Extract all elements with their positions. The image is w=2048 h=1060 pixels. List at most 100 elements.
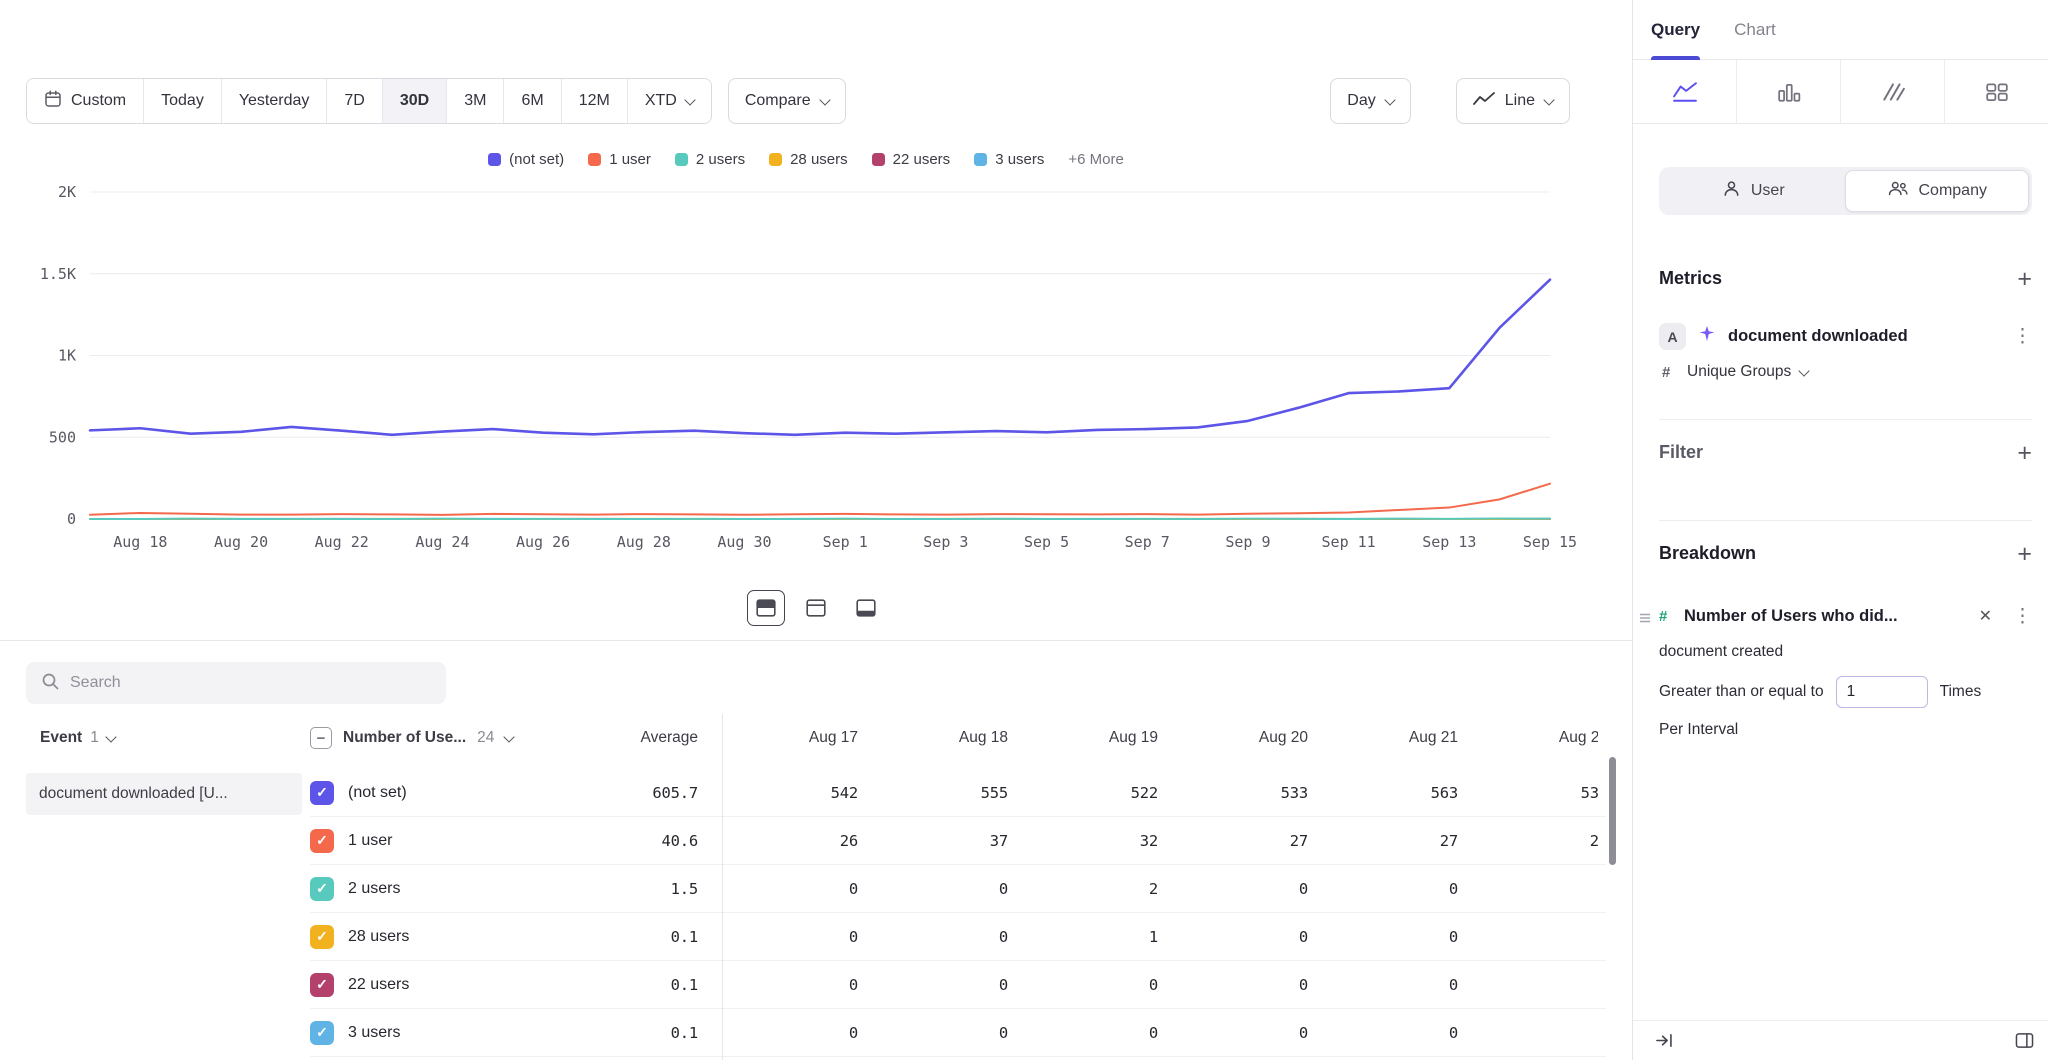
- breakdown-event-name: document created: [1659, 643, 2032, 661]
- svg-text:Sep 7: Sep 7: [1125, 533, 1170, 551]
- collapse-panel-icon[interactable]: [1655, 1032, 1674, 1049]
- range-yesterday[interactable]: Yesterday: [222, 79, 328, 123]
- panel-footer: [1633, 1020, 2048, 1060]
- panel-tabs: Query Chart: [1633, 0, 2048, 60]
- metric-row[interactable]: A document downloaded: [1659, 323, 2032, 350]
- value-cell: 0: [872, 1024, 1022, 1042]
- select-all-checkbox[interactable]: [310, 727, 332, 749]
- date-column-header[interactable]: Aug 22: [1472, 714, 1598, 762]
- event-column-header[interactable]: Event 1: [40, 714, 115, 762]
- split-view-toggle[interactable]: [747, 590, 785, 626]
- side-panel-icon[interactable]: [2015, 1032, 2034, 1049]
- svg-text:0: 0: [67, 510, 76, 528]
- value-cell: 27: [1172, 832, 1322, 850]
- svg-text:Sep 13: Sep 13: [1422, 533, 1476, 551]
- compare-button[interactable]: Compare: [728, 78, 846, 124]
- value-cell: 32: [1022, 832, 1172, 850]
- metrics-title: Metrics: [1659, 268, 1722, 289]
- range-custom[interactable]: Custom: [27, 79, 144, 123]
- people-icon: [1887, 179, 1909, 203]
- measure-selector[interactable]: # Unique Groups: [1659, 363, 2032, 381]
- chart-type-flow[interactable]: [1841, 60, 1945, 123]
- remove-breakdown-icon[interactable]: [1979, 606, 1992, 626]
- per-interval-label[interactable]: Per Interval: [1659, 721, 2032, 739]
- value-cell: 0: [872, 928, 1022, 946]
- value-cell: 0: [1472, 1024, 1598, 1042]
- add-breakdown-button[interactable]: [2017, 544, 2032, 564]
- svg-text:500: 500: [49, 428, 76, 446]
- legend-item[interactable]: 1 user: [588, 151, 651, 168]
- date-column-header[interactable]: Aug 19: [1022, 714, 1172, 762]
- legend-item[interactable]: 28 users: [769, 151, 848, 168]
- chart-only-toggle[interactable]: [797, 590, 835, 626]
- chart-type-button[interactable]: Line: [1456, 78, 1570, 124]
- row-values: 542555522533563530: [722, 784, 1598, 802]
- measure-label: Unique Groups: [1687, 363, 1791, 381]
- event-list-item[interactable]: document downloaded [U...: [26, 773, 302, 815]
- segment-label: 28 users: [348, 928, 409, 946]
- row-values: 001000: [722, 928, 1598, 946]
- range-30d[interactable]: 30D: [383, 79, 447, 123]
- range-12m[interactable]: 12M: [562, 79, 628, 123]
- metric-menu-icon[interactable]: [2013, 327, 2032, 346]
- date-column-header[interactable]: Aug 21: [1322, 714, 1472, 762]
- row-checkbox[interactable]: [310, 925, 334, 949]
- range-label: Yesterday: [239, 92, 310, 110]
- legend-item[interactable]: 2 users: [675, 151, 745, 168]
- date-column-header[interactable]: Aug 18: [872, 714, 1022, 762]
- legend-more[interactable]: +6 More: [1068, 151, 1123, 168]
- value-cell: 28: [1472, 832, 1598, 850]
- svg-text:Sep 9: Sep 9: [1225, 533, 1270, 551]
- row-checkbox[interactable]: [310, 973, 334, 997]
- svg-text:Aug 28: Aug 28: [617, 533, 671, 551]
- value-cell: 522: [1022, 784, 1172, 802]
- granularity-button[interactable]: Day: [1330, 78, 1410, 124]
- legend-item[interactable]: (not set): [488, 151, 564, 168]
- search-input[interactable]: [70, 674, 432, 692]
- range-6m[interactable]: 6M: [504, 79, 561, 123]
- line-chart-svg: 05001K1.5K2KAug 18Aug 20Aug 22Aug 24Aug …: [26, 176, 1586, 556]
- value-cell: 0: [1322, 976, 1472, 994]
- chart-type-line[interactable]: [1633, 60, 1737, 123]
- row-checkbox[interactable]: [310, 781, 334, 805]
- range-3m[interactable]: 3M: [447, 79, 504, 123]
- chart-type-grid[interactable]: [1945, 60, 2048, 123]
- value-cell: 0: [722, 976, 872, 994]
- times-value-input[interactable]: [1836, 676, 1928, 708]
- legend-item[interactable]: 22 users: [872, 151, 951, 168]
- legend-swatch: [769, 153, 782, 166]
- legend-item[interactable]: 3 users: [974, 151, 1044, 168]
- svg-text:Sep 1: Sep 1: [823, 533, 868, 551]
- row-checkbox[interactable]: [310, 1021, 334, 1045]
- date-column-header[interactable]: Aug 20: [1172, 714, 1322, 762]
- segment-column-header[interactable]: Number of Use... 24: [310, 714, 513, 762]
- range-label: 3M: [464, 92, 486, 110]
- value-cell: 2: [1022, 880, 1172, 898]
- value-cell: 0: [1472, 928, 1598, 946]
- tab-query[interactable]: Query: [1651, 0, 1700, 60]
- table-scrollbar-thumb[interactable]: [1609, 757, 1616, 865]
- value-cell: 37: [872, 832, 1022, 850]
- level-company[interactable]: Company: [1845, 170, 2030, 212]
- chart-type-bar[interactable]: [1737, 60, 1841, 123]
- add-filter-button[interactable]: [2017, 443, 2032, 463]
- row-checkbox[interactable]: [310, 829, 334, 853]
- average-column-header[interactable]: Average: [540, 714, 712, 762]
- date-column-header[interactable]: Aug 17: [722, 714, 872, 762]
- range-xtd[interactable]: XTD: [628, 79, 711, 123]
- range-today[interactable]: Today: [144, 79, 222, 123]
- metric-event-name: document downloaded: [1728, 327, 2001, 346]
- chevron-down-icon: [1384, 94, 1395, 105]
- row-checkbox[interactable]: [310, 877, 334, 901]
- series-1 user: [90, 484, 1550, 515]
- value-cell: 0: [1472, 880, 1598, 898]
- breakdown-menu-icon[interactable]: [2013, 607, 2032, 626]
- line-chart-icon: [1473, 91, 1495, 112]
- range-7d[interactable]: 7D: [327, 79, 382, 123]
- table-only-toggle[interactable]: [847, 590, 885, 626]
- average-value: 40.6: [540, 832, 712, 850]
- tab-chart[interactable]: Chart: [1734, 0, 1776, 60]
- level-user[interactable]: User: [1662, 170, 1845, 212]
- add-metric-button[interactable]: [2017, 269, 2032, 289]
- drag-handle-icon[interactable]: [1639, 611, 1651, 629]
